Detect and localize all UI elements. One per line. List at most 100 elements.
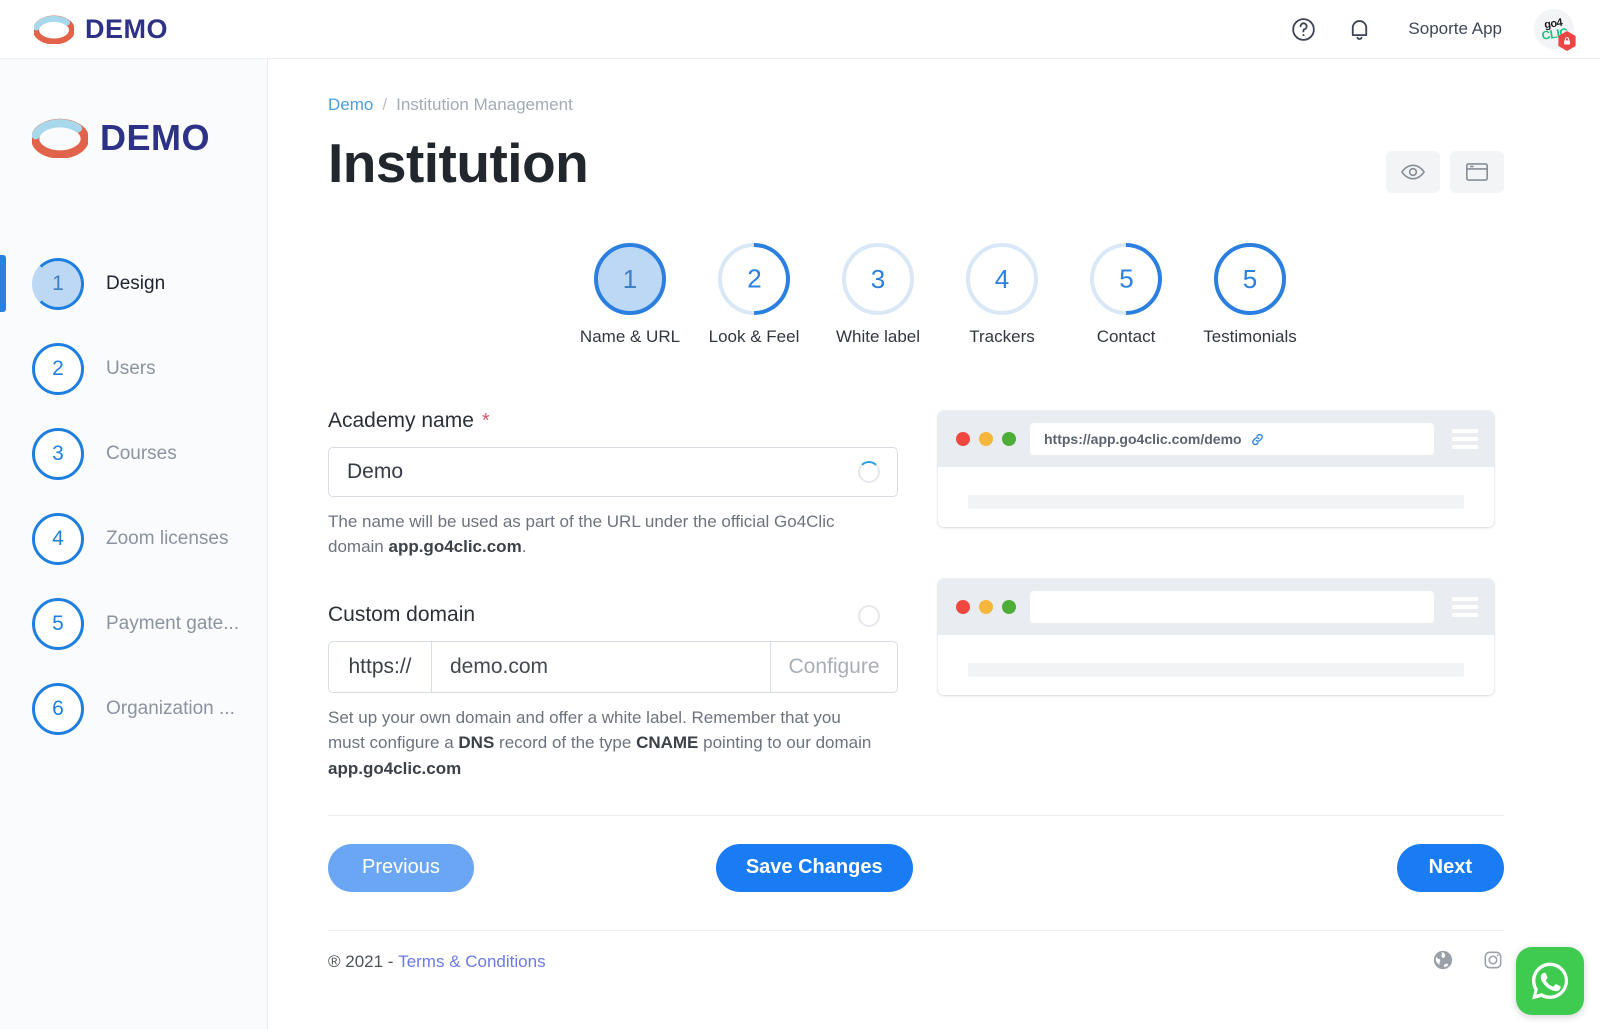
step-contact[interactable]: 5 Contact [1064, 228, 1188, 347]
breadcrumb-current: Institution Management [396, 95, 573, 114]
demo-logo-icon [34, 15, 74, 44]
sidebar-item-label: Design [106, 272, 166, 294]
domain-help-line2-pre: must configure a [328, 733, 459, 753]
topbar-logo[interactable]: DEMO [34, 14, 168, 45]
title-row: Institution [328, 134, 1504, 193]
breadcrumb-separator: / [382, 95, 388, 114]
sidebar-active-indicator [0, 255, 6, 312]
custom-domain-input[interactable] [432, 641, 770, 694]
placeholder-bar [968, 495, 1464, 509]
academy-help-line2-pre: domain [328, 537, 389, 557]
step-testimonials[interactable]: 5 Testimonials [1188, 243, 1312, 347]
step-number: 2 [746, 263, 762, 294]
step-number: 1 [622, 263, 638, 294]
content-grid: Academy name * The name will be used as … [328, 409, 1504, 781]
sidebar-item-payment-gateway[interactable]: 5 Payment gate... [0, 581, 267, 666]
sidebar-step-number: 5 [32, 597, 84, 650]
sidebar-nav: 1 Design 2 Users 3 Courses 4 Zoom licens… [0, 241, 267, 751]
step-white-label[interactable]: 3 White label [816, 243, 940, 347]
placeholder-bar [968, 663, 1464, 677]
browser-preview-custom-domain [938, 579, 1494, 695]
academy-name-input-wrap [328, 447, 898, 497]
step-label: Look & Feel [708, 327, 800, 346]
step-label: Name & URL [579, 327, 681, 346]
main-content: Demo / Institution Management Institutio… [268, 59, 1600, 1029]
custom-domain-input-group: https:// Configure [328, 641, 898, 694]
academy-help-line1: The name will be used as part of the URL… [328, 512, 835, 531]
custom-domain-label: Custom domain [328, 603, 476, 627]
loading-spinner-icon [858, 461, 880, 483]
app-root: DEMO Soporte App go4 CLIC DEMO 1 Design … [0, 0, 1600, 1029]
window-control-dots [956, 432, 1016, 446]
sidebar-step-number: 3 [32, 427, 84, 480]
custom-domain-help: Set up your own domain and offer a white… [328, 705, 898, 780]
sidebar-item-design[interactable]: 1 Design [0, 241, 267, 326]
body-row: DEMO 1 Design 2 Users 3 Courses 4 Zoom l… [0, 59, 1600, 1029]
browser-url-bar[interactable] [1030, 591, 1434, 623]
sidebar-item-users[interactable]: 2 Users [0, 326, 267, 411]
custom-domain-label-row: Custom domain [328, 603, 898, 628]
window-icon[interactable] [1450, 151, 1504, 193]
browser-preview-body [938, 467, 1494, 527]
minimize-dot-icon [979, 600, 993, 614]
step-circle: 4 [966, 243, 1038, 315]
sidebar-item-courses[interactable]: 3 Courses [0, 411, 267, 496]
next-button[interactable]: Next [1396, 843, 1504, 892]
configure-domain-button[interactable]: Configure [770, 641, 898, 694]
sidebar-step-number: 4 [32, 512, 84, 565]
step-label: Contact [1096, 327, 1156, 346]
browser-url-text: https://app.go4clic.com/demo [1044, 431, 1242, 447]
step-look-and-feel[interactable]: 2 Look & Feel [692, 228, 816, 347]
previous-button[interactable]: Previous [328, 843, 474, 892]
browser-preview-body [938, 635, 1494, 695]
step-number: 5 [1242, 263, 1258, 294]
step-number: 3 [870, 263, 886, 294]
sidebar-item-organization[interactable]: 6 Organization ... [0, 666, 267, 751]
close-dot-icon [956, 600, 970, 614]
step-name-url[interactable]: 1 Name & URL [568, 243, 692, 347]
browser-chrome-bar: https://app.go4clic.com/demo [938, 411, 1494, 467]
domain-protocol-prefix: https:// [328, 641, 432, 694]
terms-and-conditions-link[interactable]: Terms & Conditions [398, 952, 545, 972]
form-column: Academy name * The name will be used as … [328, 409, 898, 781]
sidebar-logo[interactable]: DEMO [0, 59, 267, 159]
sidebar-step-number: 6 [32, 682, 84, 735]
step-circle: 5 [1214, 243, 1286, 315]
globe-icon[interactable] [1432, 949, 1454, 976]
step-circle: 2 [703, 228, 805, 330]
domain-help-dns: DNS [458, 733, 495, 753]
step-label: Testimonials [1203, 327, 1297, 346]
menu-icon[interactable] [1448, 429, 1478, 449]
academy-help-domain: app.go4clic.com [388, 537, 522, 557]
save-changes-button[interactable]: Save Changes [715, 843, 913, 892]
browser-url-bar[interactable]: https://app.go4clic.com/demo [1030, 423, 1434, 455]
custom-domain-field: Custom domain https:// Configure Set up … [328, 603, 898, 780]
footer-social-links [1432, 949, 1504, 976]
footer-copyright: ® 2021 - [328, 952, 394, 972]
browser-chrome-bar [938, 579, 1494, 635]
title-actions [1386, 135, 1504, 193]
academy-name-label: Academy name [328, 409, 474, 432]
sidebar-item-zoom-licenses[interactable]: 4 Zoom licenses [0, 496, 267, 581]
step-label: White label [835, 327, 921, 346]
step-trackers[interactable]: 4 Trackers [940, 243, 1064, 347]
topbar-brand-text: DEMO [85, 13, 168, 44]
breadcrumb-root-link[interactable]: Demo [328, 95, 373, 115]
menu-icon[interactable] [1448, 597, 1478, 617]
step-number: 4 [994, 263, 1010, 294]
help-circle-icon[interactable] [1286, 12, 1320, 46]
window-control-dots [956, 600, 1016, 614]
whatsapp-icon[interactable] [1516, 947, 1584, 1015]
bell-icon[interactable] [1342, 12, 1376, 46]
avatar[interactable]: go4 CLIC [1534, 9, 1576, 51]
instagram-icon[interactable] [1482, 949, 1504, 976]
main-inner: Demo / Institution Management Institutio… [268, 59, 1600, 781]
domain-help-cname: CNAME [636, 733, 699, 753]
academy-name-input[interactable] [328, 447, 898, 497]
browser-preview-primary: https://app.go4clic.com/demo [938, 411, 1494, 527]
domain-loading-spinner-icon [858, 605, 880, 628]
sidebar-item-label: Zoom licenses [106, 527, 229, 549]
link-icon [1250, 432, 1265, 447]
eye-icon[interactable] [1386, 151, 1440, 193]
stepper: 1 Name & URL 2 Look & Feel 3 White label… [328, 228, 1504, 347]
